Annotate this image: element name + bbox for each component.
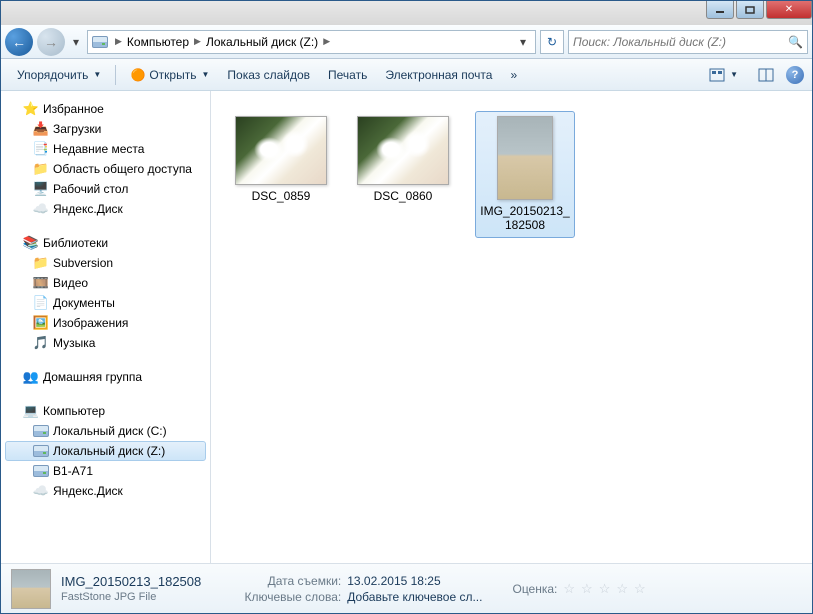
folder-icon: 📁	[33, 255, 49, 271]
cloud-icon: ☁️	[33, 483, 49, 499]
close-button[interactable]: ✕	[766, 1, 812, 19]
keywords-value[interactable]: Добавьте ключевое сл...	[347, 590, 482, 604]
titlebar: ✕	[1, 1, 812, 25]
details-pane: IMG_20150213_182508 FastStone JPG File Д…	[1, 563, 812, 613]
libraries-header[interactable]: 📚Библиотеки	[1, 233, 210, 253]
share-icon: 📁	[33, 161, 49, 177]
date-label: Дата съемки:	[231, 574, 341, 588]
rating-label: Оценка:	[512, 582, 557, 596]
keywords-label: Ключевые слова:	[231, 590, 341, 604]
breadcrumb-computer[interactable]: Компьютер	[125, 35, 191, 49]
email-button[interactable]: Электронная почта	[377, 64, 500, 86]
rating-star[interactable]: ☆	[634, 581, 646, 597]
sidebar-item-downloads[interactable]: 📥Загрузки	[1, 119, 210, 139]
file-pane[interactable]: DSC_0859 DSC_0860 IMG_20150213_182508	[211, 91, 812, 563]
sidebar-item-music[interactable]: 🎵Музыка	[1, 333, 210, 353]
drive-icon	[92, 34, 108, 50]
sidebar: ⭐Избранное 📥Загрузки 📑Недавние места 📁Об…	[1, 91, 211, 563]
view-button[interactable]: ▼	[701, 64, 746, 86]
date-value[interactable]: 13.02.2015 18:25	[347, 574, 440, 588]
details-filename: IMG_20150213_182508	[61, 574, 201, 589]
sidebar-item-recent[interactable]: 📑Недавние места	[1, 139, 210, 159]
open-icon: 🟠	[130, 67, 146, 83]
computer-icon: 💻	[23, 403, 39, 419]
maximize-button[interactable]	[736, 1, 764, 19]
sidebar-item-desktop[interactable]: 🖥️Рабочий стол	[1, 179, 210, 199]
thumbnail	[357, 116, 449, 185]
minimize-button[interactable]	[706, 1, 734, 19]
slideshow-button[interactable]: Показ слайдов	[219, 64, 318, 86]
desktop-icon: 🖥️	[33, 181, 49, 197]
refresh-button[interactable]: ↻	[540, 30, 564, 54]
preview-icon	[758, 68, 774, 82]
separator	[115, 65, 116, 85]
thumbnail	[497, 116, 553, 200]
view-icon	[709, 68, 725, 82]
homegroup-icon: 👥	[23, 369, 39, 385]
overflow-button[interactable]: »	[502, 64, 525, 86]
sidebar-item-yadisk2[interactable]: ☁️Яндекс.Диск	[1, 481, 210, 501]
sidebar-item-drive-c[interactable]: Локальный диск (C:)	[1, 421, 210, 441]
sidebar-item-images[interactable]: 🖼️Изображения	[1, 313, 210, 333]
back-button[interactable]: ←	[5, 28, 33, 56]
details-filetype: FastStone JPG File	[61, 591, 201, 603]
recent-icon: 📑	[33, 141, 49, 157]
file-label: IMG_20150213_182508	[480, 204, 570, 233]
history-dropdown[interactable]: ▾	[69, 32, 83, 52]
open-button[interactable]: 🟠Открыть▼	[122, 63, 217, 87]
rating-star[interactable]: ☆	[599, 581, 611, 597]
search-input[interactable]	[573, 35, 788, 49]
file-label: DSC_0859	[252, 189, 311, 203]
organize-button[interactable]: Упорядочить▼	[9, 64, 109, 86]
rating-star[interactable]: ☆	[563, 581, 575, 597]
sidebar-item-yadisk[interactable]: ☁️Яндекс.Диск	[1, 199, 210, 219]
preview-pane-button[interactable]	[750, 64, 782, 86]
drive-icon	[33, 443, 49, 459]
navbar: ← → ▾ ▶ Компьютер ▶ Локальный диск (Z:) …	[1, 25, 812, 59]
computer-header[interactable]: 💻Компьютер	[1, 401, 210, 421]
chevron-right-icon[interactable]: ▶	[320, 36, 333, 47]
rating-star[interactable]: ☆	[616, 581, 628, 597]
sidebar-item-video[interactable]: 🎞️Видео	[1, 273, 210, 293]
body: ⭐Избранное 📥Загрузки 📑Недавние места 📁Об…	[1, 91, 812, 563]
document-icon: 📄	[33, 295, 49, 311]
drive-icon	[33, 423, 49, 439]
details-thumbnail	[11, 569, 51, 609]
toolbar: Упорядочить▼ 🟠Открыть▼ Показ слайдов Печ…	[1, 59, 812, 91]
address-bar[interactable]: ▶ Компьютер ▶ Локальный диск (Z:) ▶ ▾	[87, 30, 536, 54]
usb-icon	[33, 463, 49, 479]
print-button[interactable]: Печать	[320, 64, 375, 86]
libraries-icon: 📚	[23, 235, 39, 251]
sidebar-item-usb[interactable]: B1-A71	[1, 461, 210, 481]
video-icon: 🎞️	[33, 275, 49, 291]
chevron-right-icon[interactable]: ▶	[191, 36, 204, 47]
download-icon: 📥	[33, 121, 49, 137]
homegroup-header[interactable]: 👥Домашняя группа	[1, 367, 210, 387]
file-item[interactable]: IMG_20150213_182508	[475, 111, 575, 238]
sidebar-item-documents[interactable]: 📄Документы	[1, 293, 210, 313]
star-icon: ⭐	[23, 101, 39, 117]
file-label: DSC_0860	[374, 189, 433, 203]
image-icon: 🖼️	[33, 315, 49, 331]
sidebar-item-shared[interactable]: 📁Область общего доступа	[1, 159, 210, 179]
address-dropdown[interactable]: ▾	[515, 35, 531, 49]
search-icon[interactable]: 🔍	[788, 35, 803, 49]
file-item[interactable]: DSC_0860	[353, 111, 453, 208]
favorites-header[interactable]: ⭐Избранное	[1, 99, 210, 119]
forward-button[interactable]: →	[37, 28, 65, 56]
breadcrumb-drive[interactable]: Локальный диск (Z:)	[204, 35, 320, 49]
sidebar-item-subversion[interactable]: 📁Subversion	[1, 253, 210, 273]
chevron-right-icon[interactable]: ▶	[112, 36, 125, 47]
rating-star[interactable]: ☆	[581, 581, 593, 597]
music-icon: 🎵	[33, 335, 49, 351]
explorer-window: ✕ ← → ▾ ▶ Компьютер ▶ Локальный диск (Z:…	[0, 0, 813, 614]
search-box[interactable]: 🔍	[568, 30, 808, 54]
help-button[interactable]: ?	[786, 66, 804, 84]
sidebar-item-drive-z[interactable]: Локальный диск (Z:)	[5, 441, 206, 461]
cloud-icon: ☁️	[33, 201, 49, 217]
thumbnail	[235, 116, 327, 185]
file-item[interactable]: DSC_0859	[231, 111, 331, 208]
